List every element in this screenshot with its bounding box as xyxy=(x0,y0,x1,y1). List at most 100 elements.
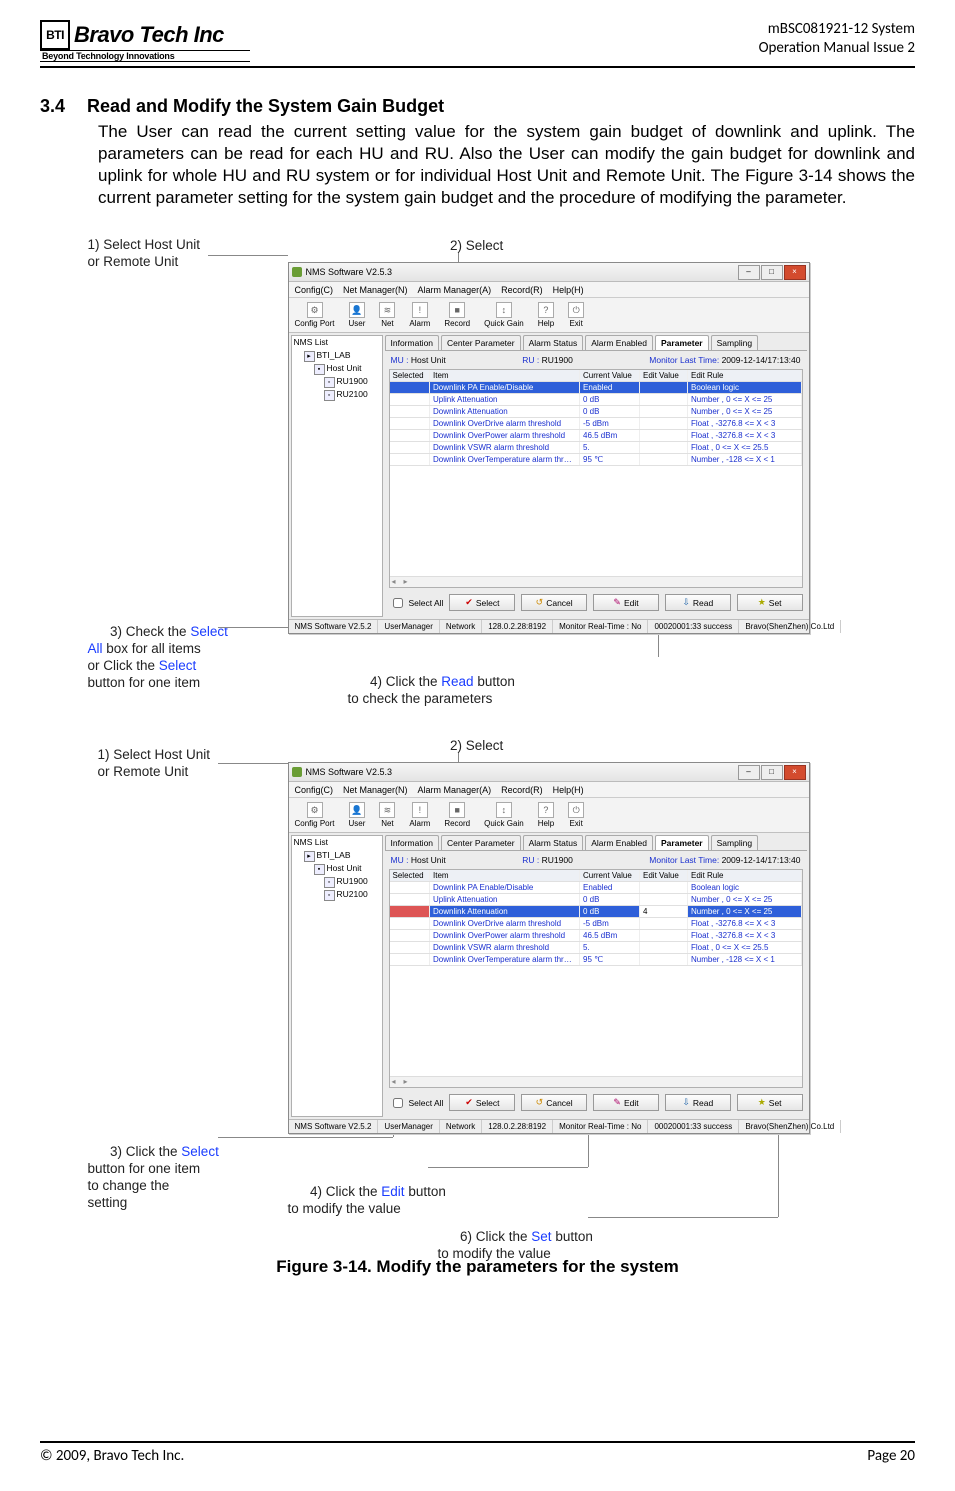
tool-user[interactable]: 👤User xyxy=(349,802,366,828)
minimize-button[interactable]: – xyxy=(738,265,760,280)
tab-sampling[interactable]: Sampling xyxy=(711,835,758,850)
grid-scrollbar[interactable] xyxy=(390,1076,802,1087)
menu-help[interactable]: Help(H) xyxy=(553,785,584,795)
table-row[interactable]: Downlink OverDrive alarm threshold-5 dBm… xyxy=(390,918,802,930)
table-row[interactable]: Downlink OverTemperature alarm threshold… xyxy=(390,454,802,466)
set-button[interactable]: ★Set xyxy=(737,594,803,611)
set-button[interactable]: ★Set xyxy=(737,1094,803,1111)
maximize-button[interactable]: □ xyxy=(761,265,783,280)
tool-net[interactable]: ≋Net xyxy=(379,802,395,828)
menu-config[interactable]: Config(C) xyxy=(295,785,334,795)
nms-list-panel[interactable]: NMS List ▸BTI_LAB ▪Host Unit ▫RU1900 ▫RU… xyxy=(291,835,383,1117)
tab-parameter[interactable]: Parameter xyxy=(655,335,709,350)
tab-information[interactable]: Information xyxy=(385,335,440,350)
tool-config-port[interactable]: ⚙Config Port xyxy=(295,302,335,328)
tab-alarm-enabled[interactable]: Alarm Enabled xyxy=(585,835,653,850)
cancel-button[interactable]: ↺Cancel xyxy=(521,594,587,611)
tool-record[interactable]: ■Record xyxy=(444,802,470,828)
select-all-checkbox[interactable]: Select All xyxy=(389,594,444,611)
tab-alarm-status[interactable]: Alarm Status xyxy=(523,335,584,350)
minimize-button[interactable]: – xyxy=(738,765,760,780)
tab-parameter[interactable]: Parameter xyxy=(655,835,709,850)
tree-host-unit[interactable]: ▪Host Unit ▫RU1900 ▫RU2100 xyxy=(314,363,380,401)
button-row: Select All ✔Select ↺Cancel ✎Edit ⇩Read ★… xyxy=(385,1090,807,1117)
table-row[interactable]: Downlink VSWR alarm threshold5.Float , 0… xyxy=(390,942,802,954)
table-row[interactable]: Downlink OverDrive alarm threshold-5 dBm… xyxy=(390,418,802,430)
select-button[interactable]: ✔Select xyxy=(449,1094,515,1111)
menubar[interactable]: Config(C) Net Manager(N) Alarm Manager(A… xyxy=(289,782,809,798)
close-button[interactable]: × xyxy=(784,765,806,780)
table-row[interactable]: Downlink OverPower alarm threshold46.5 d… xyxy=(390,930,802,942)
tool-quick-gain[interactable]: ↕Quick Gain xyxy=(484,802,524,828)
company-logo: BTI Bravo Tech Inc Beyond Technology Inn… xyxy=(40,20,250,62)
table-row[interactable]: Downlink Attenuation0 dBNumber , 0 <= X … xyxy=(390,406,802,418)
tool-exit[interactable]: ⏻Exit xyxy=(568,802,584,828)
tool-exit[interactable]: ⏻Exit xyxy=(568,302,584,328)
table-row[interactable]: Downlink OverTemperature alarm threshold… xyxy=(390,954,802,966)
table-row[interactable]: Downlink VSWR alarm threshold5.Float , 0… xyxy=(390,442,802,454)
menu-help[interactable]: Help(H) xyxy=(553,285,584,295)
edit-button[interactable]: ✎Edit xyxy=(593,1094,659,1111)
tree-host-unit[interactable]: ▪Host Unit ▫RU1900 ▫RU2100 xyxy=(314,863,380,901)
tool-record[interactable]: ■Record xyxy=(444,302,470,328)
menu-config[interactable]: Config(C) xyxy=(295,285,334,295)
menu-netmanager[interactable]: Net Manager(N) xyxy=(343,285,408,295)
user-icon: 👤 xyxy=(349,302,365,318)
tab-sampling[interactable]: Sampling xyxy=(711,335,758,350)
tree-ru2100[interactable]: ▫RU2100 xyxy=(324,389,380,401)
table-row[interactable]: Downlink PA Enable/DisableEnabledBoolean… xyxy=(390,882,802,894)
read-button[interactable]: ⇩Read xyxy=(665,594,731,611)
tree-ru2100[interactable]: ▫RU2100 xyxy=(324,889,380,901)
table-row[interactable]: Downlink OverPower alarm threshold46.5 d… xyxy=(390,430,802,442)
tab-information[interactable]: Information xyxy=(385,835,440,850)
edit-icon: ✎ xyxy=(613,1097,621,1108)
menu-alarmmanager[interactable]: Alarm Manager(A) xyxy=(418,785,492,795)
nms-list-panel[interactable]: NMS List ▸BTI_LAB ▪Host Unit ▫RU1900 ▫RU… xyxy=(291,335,383,617)
tool-quick-gain[interactable]: ↕Quick Gain xyxy=(484,302,524,328)
table-row[interactable]: Downlink Attenuation0 dB4Number , 0 <= X… xyxy=(390,906,802,918)
tree-ru1900[interactable]: ▫RU1900 xyxy=(324,876,380,888)
table-row[interactable]: Uplink Attenuation0 dBNumber , 0 <= X <=… xyxy=(390,894,802,906)
tab-center-parameter[interactable]: Center Parameter xyxy=(441,835,521,850)
tool-alarm[interactable]: !Alarm xyxy=(409,802,430,828)
read-button[interactable]: ⇩Read xyxy=(665,1094,731,1111)
parameter-grid[interactable]: Selected Item Current Value Edit Value E… xyxy=(389,869,803,1088)
status-net: Network xyxy=(440,620,482,633)
titlebar[interactable]: NMS Software V2.5.3 – □ × xyxy=(289,763,809,782)
tree-root[interactable]: ▸BTI_LAB ▪Host Unit ▫RU1900 ▫RU2100 xyxy=(304,850,380,901)
select-button[interactable]: ✔Select xyxy=(449,594,515,611)
edit-button[interactable]: ✎Edit xyxy=(593,594,659,611)
select-all-checkbox[interactable]: Select All xyxy=(389,1094,444,1111)
table-row[interactable]: Uplink Attenuation0 dBNumber , 0 <= X <=… xyxy=(390,394,802,406)
read-icon: ⇩ xyxy=(682,597,690,608)
tab-alarm-enabled[interactable]: Alarm Enabled xyxy=(585,335,653,350)
menu-record[interactable]: Record(R) xyxy=(501,785,543,795)
maximize-button[interactable]: □ xyxy=(761,765,783,780)
menu-netmanager[interactable]: Net Manager(N) xyxy=(343,785,408,795)
section-title: Read and Modify the System Gain Budget xyxy=(87,96,444,117)
tool-net[interactable]: ≋Net xyxy=(379,302,395,328)
tab-center-parameter[interactable]: Center Parameter xyxy=(441,335,521,350)
cancel-button[interactable]: ↺Cancel xyxy=(521,1094,587,1111)
tree-ru1900[interactable]: ▫RU1900 xyxy=(324,376,380,388)
tool-help[interactable]: ?Help xyxy=(538,302,554,328)
status-net: Network xyxy=(440,1120,482,1133)
close-button[interactable]: × xyxy=(784,265,806,280)
tab-bar: Information Center Parameter Alarm Statu… xyxy=(385,835,807,851)
edit-value-cell[interactable]: 4 xyxy=(640,906,688,918)
table-row[interactable]: Downlink PA Enable/DisableEnabledBoolean… xyxy=(390,382,802,394)
tool-config-port[interactable]: ⚙Config Port xyxy=(295,802,335,828)
menu-record[interactable]: Record(R) xyxy=(501,285,543,295)
tool-alarm[interactable]: !Alarm xyxy=(409,302,430,328)
tool-help[interactable]: ?Help xyxy=(538,802,554,828)
grid-scrollbar[interactable] xyxy=(390,576,802,587)
titlebar[interactable]: NMS Software V2.5.3 – □ × xyxy=(289,263,809,282)
menu-alarmmanager[interactable]: Alarm Manager(A) xyxy=(418,285,492,295)
nms-list-label: NMS List xyxy=(292,836,382,848)
menubar[interactable]: Config(C) Net Manager(N) Alarm Manager(A… xyxy=(289,282,809,298)
tool-user[interactable]: 👤User xyxy=(349,302,366,328)
tab-alarm-status[interactable]: Alarm Status xyxy=(523,835,584,850)
parameter-grid[interactable]: Selected Item Current Value Edit Value E… xyxy=(389,369,803,588)
tool-label: Alarm xyxy=(409,319,430,328)
tree-root[interactable]: ▸BTI_LAB ▪Host Unit ▫RU1900 ▫RU2100 xyxy=(304,350,380,401)
